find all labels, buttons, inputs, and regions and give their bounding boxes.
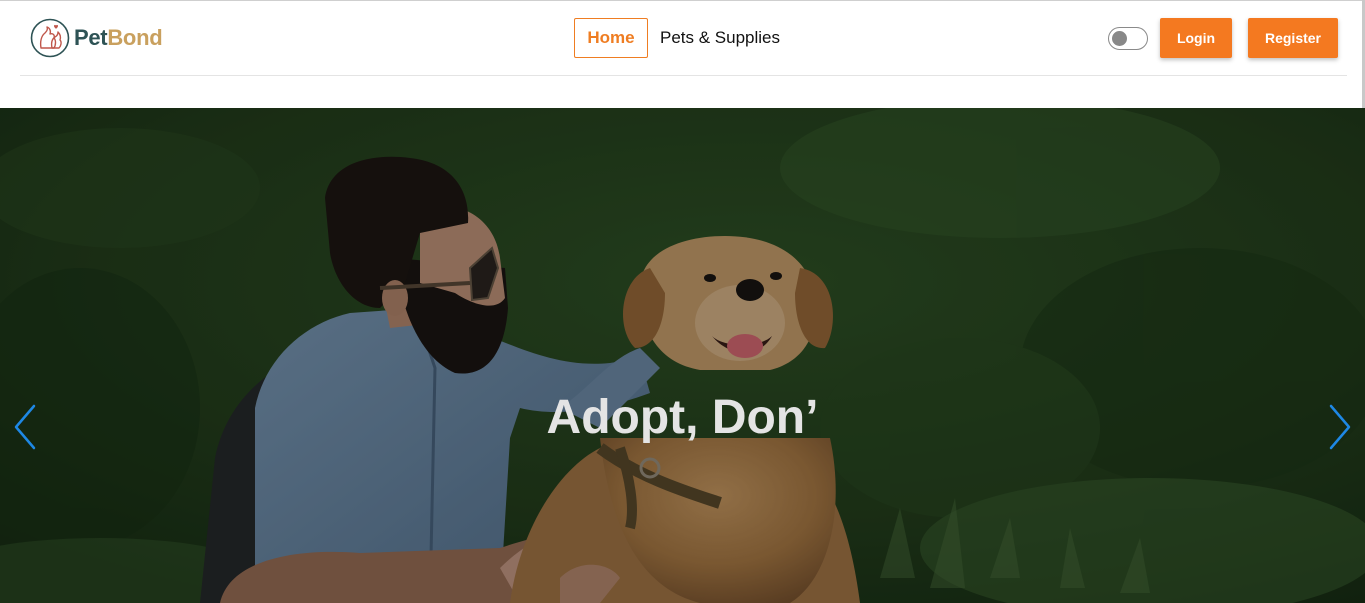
chevron-left-icon[interactable] bbox=[12, 404, 38, 450]
brand-name-part2: Bond bbox=[107, 25, 163, 50]
nav-item-pets-supplies[interactable]: Pets & Supplies bbox=[660, 28, 780, 48]
pet-heart-logo-icon bbox=[30, 18, 70, 58]
theme-toggle[interactable] bbox=[1108, 27, 1148, 50]
main-nav: Home Pets & Supplies bbox=[574, 18, 780, 58]
chevron-right-icon[interactable] bbox=[1327, 404, 1353, 450]
nav-item-home[interactable]: Home bbox=[574, 18, 648, 58]
hero-carousel: Adopt, Don’ bbox=[0, 108, 1365, 603]
hero-caption: Adopt, Don’ bbox=[546, 391, 819, 444]
brand-logo[interactable]: PetBond bbox=[30, 18, 163, 58]
login-button[interactable]: Login bbox=[1160, 18, 1232, 58]
toggle-icon bbox=[1112, 31, 1127, 46]
register-button[interactable]: Register bbox=[1248, 18, 1338, 58]
site-header: PetBond Home Pets & Supplies Login Regis… bbox=[0, 1, 1362, 108]
brand-name-part1: Pet bbox=[74, 25, 108, 50]
hero-image bbox=[0, 108, 1365, 603]
brand-name: PetBond bbox=[74, 25, 163, 51]
header-row: PetBond Home Pets & Supplies Login Regis… bbox=[20, 1, 1347, 76]
